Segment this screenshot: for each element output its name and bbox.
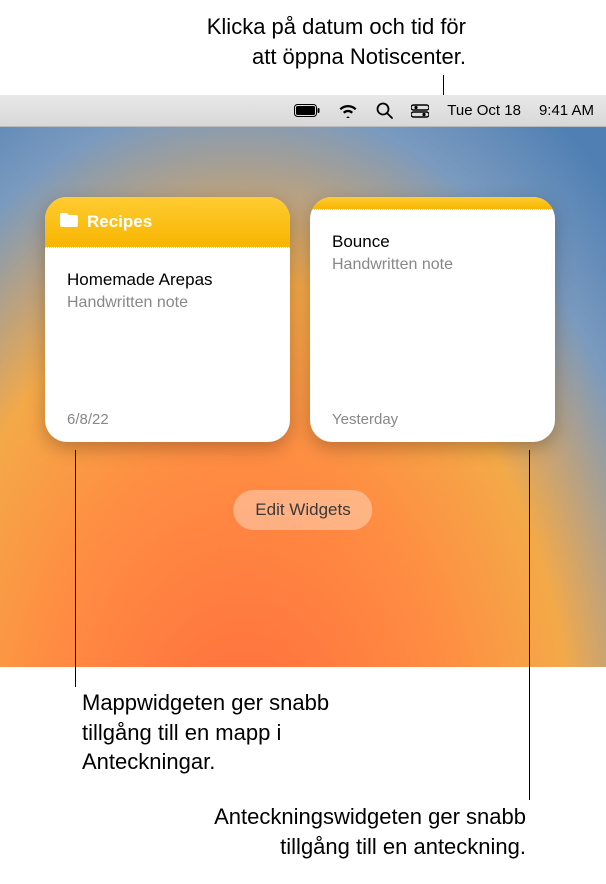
widget-body: Homemade Arepas Handwritten note 6/8/22: [45, 247, 290, 442]
note-title: Bounce: [332, 232, 533, 252]
widgets-row: Recipes Homemade Arepas Handwritten note…: [45, 197, 555, 442]
callout-leader-line: [443, 75, 444, 97]
callout-text: tillgång till en mapp i: [82, 718, 329, 748]
note-date: 6/8/22: [67, 411, 268, 428]
wifi-icon[interactable]: [338, 103, 358, 118]
widget-title: Recipes: [87, 212, 152, 232]
widget-body: Bounce Handwritten note Yesterday: [310, 209, 555, 442]
callout-text: Klicka på datum och tid för: [207, 12, 466, 42]
widget-header: Recipes: [45, 197, 290, 247]
note-widget[interactable]: Bounce Handwritten note Yesterday: [310, 197, 555, 442]
callout-text: att öppna Notiscenter.: [207, 42, 466, 72]
battery-icon[interactable]: [294, 104, 320, 117]
callout-datetime: Klicka på datum och tid för att öppna No…: [207, 12, 466, 71]
note-subtitle: Handwritten note: [67, 294, 268, 312]
callout-text: Anteckningar.: [82, 747, 329, 777]
callout-leader-line: [529, 450, 530, 800]
callout-leader-line: [75, 450, 76, 687]
control-center-icon[interactable]: [411, 104, 429, 118]
widget-header-bar: [310, 197, 555, 209]
note-subtitle: Handwritten note: [332, 256, 533, 274]
menubar-time[interactable]: 9:41 AM: [539, 102, 594, 119]
edit-widgets-button[interactable]: Edit Widgets: [233, 490, 372, 530]
note-date: Yesterday: [332, 411, 533, 428]
desktop-background: Recipes Homemade Arepas Handwritten note…: [0, 127, 606, 667]
callout-note-widget: Anteckningswidgeten ger snabb tillgång t…: [214, 802, 526, 861]
note-title: Homemade Arepas: [67, 270, 268, 290]
callout-text: Mappwidgeten ger snabb: [82, 688, 329, 718]
menubar-date[interactable]: Tue Oct 18: [447, 102, 521, 119]
callout-folder-widget: Mappwidgeten ger snabb tillgång till en …: [82, 688, 329, 777]
folder-icon: [59, 212, 79, 233]
folder-widget[interactable]: Recipes Homemade Arepas Handwritten note…: [45, 197, 290, 442]
menubar: Tue Oct 18 9:41 AM: [0, 95, 606, 127]
callout-text: Anteckningswidgeten ger snabb: [214, 802, 526, 832]
search-icon[interactable]: [376, 102, 393, 119]
callout-text: tillgång till en anteckning.: [214, 832, 526, 862]
